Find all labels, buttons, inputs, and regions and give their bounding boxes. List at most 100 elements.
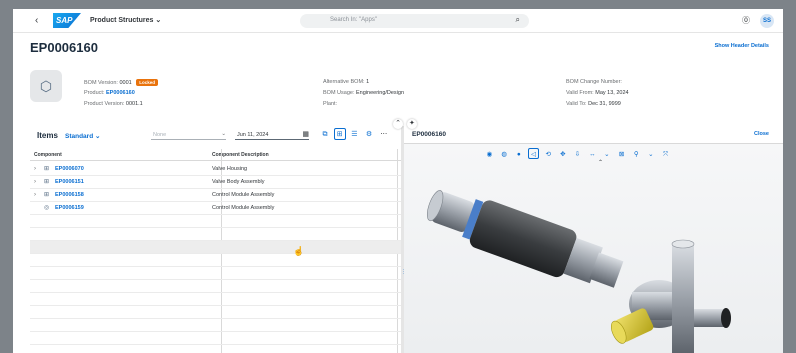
- overflow-icon[interactable]: ⋯: [378, 129, 390, 141]
- alternative-bom-label: Alternative BOM:: [323, 79, 365, 85]
- key-date-picker[interactable]: Jun 11, 2024 ▦: [235, 130, 309, 140]
- table-row-empty: [30, 267, 401, 280]
- app-title-label: Product Structures: [90, 17, 154, 24]
- valve-model[interactable]: [404, 144, 783, 353]
- valid-from-field: Valid From: May 13, 2024: [566, 90, 629, 96]
- settings-icon[interactable]: ⚙: [363, 129, 375, 141]
- chevron-down-icon: ⌄: [94, 133, 101, 140]
- valid-to-field: Valid To: Dec 31, 9999: [566, 101, 621, 107]
- show-header-details-link[interactable]: Show Header Details: [715, 43, 769, 49]
- component-description: Valve Housing: [212, 166, 248, 172]
- table-row[interactable]: ◎ EP0006159 Control Module Assembly: [30, 202, 401, 215]
- component-link[interactable]: EP0006070: [55, 166, 84, 172]
- bom-change-number-field: BOM Change Number:: [566, 79, 622, 85]
- product-version-field: Product Version: 0001.1: [84, 101, 143, 107]
- app-title-menu[interactable]: Product Structures ⌄: [90, 16, 161, 24]
- shell-bar: ‹ SAP Product Structures ⌄ Search In: "A…: [13, 9, 783, 33]
- component-description: Control Module Assembly: [212, 205, 275, 211]
- assembly-icon: ⊞: [44, 166, 50, 172]
- table-row-empty: [30, 215, 401, 228]
- product-structure-icon: ⬡: [30, 70, 62, 102]
- back-icon[interactable]: ‹: [35, 15, 38, 26]
- calendar-icon[interactable]: ▦: [302, 130, 309, 138]
- header-collapse-controls: ⌃ ✦: [393, 119, 419, 129]
- table-row-empty: [30, 254, 401, 267]
- user-avatar[interactable]: SS: [760, 14, 774, 28]
- valid-to-value: Dec 31, 9999: [588, 101, 621, 107]
- items-toolbar: Items Standard ⌄ None ⌄ Jun 11, 2024 ▦ ⧉…: [13, 126, 401, 144]
- table-row-empty: [30, 280, 401, 293]
- alternative-bom-value: 1: [366, 79, 370, 85]
- copy-icon[interactable]: ⧉: [319, 129, 331, 141]
- component-description: Control Module Assembly: [212, 192, 275, 198]
- bom-change-number-label: BOM Change Number:: [566, 79, 622, 85]
- table-row-empty: [30, 332, 401, 345]
- bom-usage-field: BOM Usage: Engineering/Design: [323, 90, 404, 96]
- product-label: Product:: [84, 90, 105, 96]
- table-row[interactable]: › ⊞ EP0006158 Control Module Assembly: [30, 189, 401, 202]
- product-version-label: Product Version:: [84, 101, 125, 107]
- items-table-header: Component Component Description: [30, 149, 401, 161]
- expand-icon[interactable]: ›: [34, 166, 36, 172]
- valid-to-label: Valid To:: [566, 101, 587, 107]
- items-panel: Items Standard ⌄ None ⌄ Jun 11, 2024 ▦ ⧉…: [13, 126, 401, 353]
- page-title: EP0006160: [30, 40, 98, 55]
- search-placeholder: Search In: "Apps": [330, 17, 377, 23]
- component-link[interactable]: EP0006159: [55, 205, 84, 211]
- locked-badge: Locked: [136, 79, 159, 86]
- bom-version-field: BOM Version: 0001 Locked: [84, 79, 159, 86]
- table-row[interactable]: › ⊞ EP0006151 Valve Body Assembly: [30, 176, 401, 189]
- component-link[interactable]: EP0006151: [55, 179, 84, 185]
- alternative-bom-field: Alternative BOM: 1: [323, 79, 369, 85]
- valid-from-value: May 13, 2024: [595, 90, 629, 96]
- assembly-icon: ⊞: [44, 192, 50, 198]
- model-pipe[interactable]: [672, 244, 694, 353]
- plant-field: Plant:: [323, 101, 337, 107]
- viewer-panel: EP0006160 Close ◉ ◍ ● ◁ ⟲ ✥ ⇩ ↔ ⌄ ⊠ ⚲ ⌄ …: [404, 126, 783, 353]
- chevron-down-icon: ⌄: [221, 131, 226, 137]
- table-row-empty: [30, 319, 401, 332]
- component-link[interactable]: EP0006158: [55, 192, 84, 198]
- expand-icon[interactable]: ›: [34, 192, 36, 198]
- assembly-icon: ⊞: [44, 179, 50, 185]
- collapse-header-icon[interactable]: ⌃: [393, 119, 403, 129]
- key-date-value: Jun 11, 2024: [237, 132, 269, 138]
- search-icon[interactable]: ⌕: [516, 15, 520, 25]
- bom-version-label: BOM Version:: [84, 80, 118, 86]
- bom-usage-label: BOM Usage:: [323, 90, 355, 96]
- 3d-viewport[interactable]: ◉ ◍ ● ◁ ⟲ ✥ ⇩ ↔ ⌄ ⊠ ⚲ ⌄ ⤧ ⌃: [404, 143, 783, 353]
- variant-selector[interactable]: Standard ⌄: [65, 132, 100, 140]
- help-icon[interactable]: ⓪: [742, 15, 750, 26]
- model-actuator-body[interactable]: [468, 198, 579, 279]
- valid-from-label: Valid From:: [566, 90, 594, 96]
- hierarchy-view-icon[interactable]: ⊞: [333, 128, 346, 140]
- product-version-value: 0001.1: [125, 101, 143, 107]
- items-title: Items: [37, 131, 58, 140]
- list-view-icon[interactable]: ☰: [348, 129, 360, 141]
- chevron-down-icon: ⌄: [155, 17, 162, 24]
- expand-icon[interactable]: ›: [34, 179, 36, 185]
- column-header-component[interactable]: Component: [34, 152, 62, 158]
- mouse-cursor-icon: ☝: [293, 246, 305, 256]
- product-field: Product: EP0006160: [84, 90, 135, 96]
- filter-placeholder: None: [153, 132, 167, 138]
- app-frame: ‹ SAP Product Structures ⌄ Search In: "A…: [13, 9, 783, 353]
- sap-logo[interactable]: SAP: [53, 13, 81, 28]
- pin-header-icon[interactable]: ✦: [406, 119, 417, 129]
- table-row-empty: [30, 306, 401, 319]
- filter-select[interactable]: None ⌄: [151, 130, 226, 140]
- search-field[interactable]: Search In: "Apps" ⌕: [300, 14, 529, 28]
- bom-version-value: 0001: [119, 80, 132, 86]
- variant-label: Standard: [65, 133, 94, 140]
- component-description: Valve Body Assembly: [212, 179, 265, 185]
- table-row-empty: [30, 293, 401, 306]
- table-row-hovered[interactable]: [30, 241, 401, 254]
- viewer-title: EP0006160: [412, 131, 446, 138]
- table-row-empty: [30, 228, 401, 241]
- bom-usage-value: Engineering/Design: [356, 90, 405, 96]
- product-link[interactable]: EP0006160: [106, 90, 135, 96]
- object-header: EP0006160 Show Header Details ⬡ BOM Vers…: [13, 33, 783, 126]
- table-row[interactable]: › ⊞ EP0006070 Valve Housing: [30, 163, 401, 176]
- viewer-close-button[interactable]: Close: [754, 131, 769, 137]
- plant-label: Plant:: [323, 101, 338, 107]
